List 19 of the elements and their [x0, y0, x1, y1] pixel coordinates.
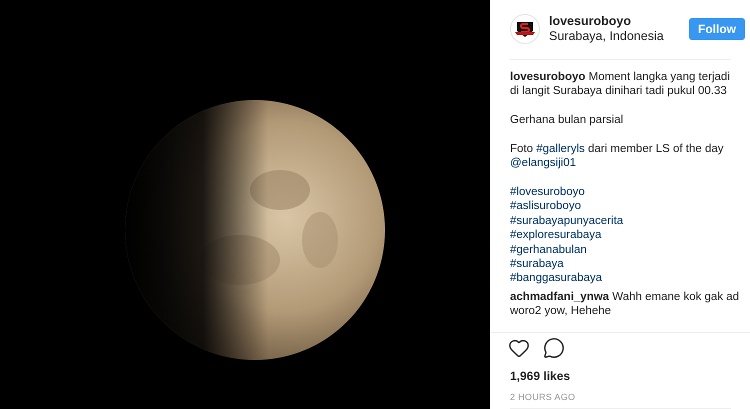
hashtag-link[interactable]: #surabaya — [510, 257, 564, 272]
hashtag-link[interactable]: #aslisuroboyo — [510, 199, 581, 214]
likes-count: 1,969 likes — [510, 368, 572, 384]
caption-text: Gerhana bulan parsial — [510, 113, 624, 128]
post-time: 2 HOURS AGO — [510, 390, 576, 404]
hashtag-link[interactable]: #banggasurabaya — [510, 271, 602, 286]
hashtag-link[interactable]: #gerhanabulan — [510, 242, 587, 258]
location[interactable]: Surabaya, Indonesia — [549, 29, 680, 44]
caption-text: Foto #galleryls dari member LS of the day @elangsiji01 — [510, 142, 725, 171]
comment-text: achmadfani_ynwa Wahh emane kok gak ad woro2 yow, Hehehe — [510, 290, 740, 319]
username[interactable]: lovesuroboyo — [549, 14, 680, 30]
hashtag-link[interactable]: #lovesuroboyo — [510, 185, 585, 200]
caption-link[interactable]: @elangsiji01 — [510, 157, 576, 170]
hashtag-link[interactable]: #exploresurabaya — [510, 228, 602, 243]
comment-icon[interactable] — [543, 336, 565, 358]
avatar-logo-icon — [510, 14, 540, 44]
caption-link[interactable]: #galleryls — [536, 142, 585, 155]
hashtag-link[interactable]: #surabayapunyacerita — [510, 214, 624, 228]
caption-text: lovesuroboyo Moment langka yang terjadi di langit Surabaya dinihari tadi pukul 00.33 — [510, 70, 731, 99]
